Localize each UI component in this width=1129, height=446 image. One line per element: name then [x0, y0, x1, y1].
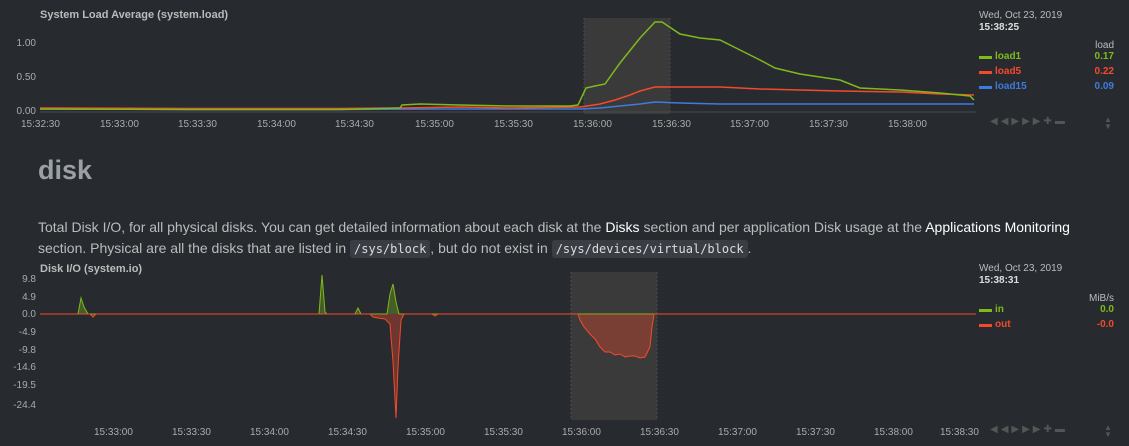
x-tick: 15:35:00 [406, 427, 445, 438]
legend-swatch [979, 71, 992, 74]
x-tick: 15:36:00 [573, 119, 612, 130]
chart-toolbar: ◀◀▶▶▶✚▬ [990, 424, 1068, 435]
legend-label: out [995, 319, 1011, 330]
io-plot[interactable] [40, 272, 980, 437]
legend-label: load1 [995, 51, 1022, 62]
pan-left-icon[interactable]: ◀◀ [990, 116, 1011, 127]
x-tick: 15:35:30 [494, 119, 533, 130]
x-tick: 15:37:30 [809, 119, 848, 130]
y-tick: 0.00 [16, 106, 36, 117]
legend-date: Wed, Oct 23, 2019 [979, 10, 1063, 21]
desc-text: , but do not exist in [430, 240, 552, 256]
disks-link[interactable]: Disks [605, 219, 639, 235]
code-sys-block: /sys/block [350, 240, 431, 258]
legend-swatch [979, 86, 992, 89]
x-tick: 15:34:00 [250, 427, 289, 438]
y-tick: 9.8 [22, 274, 36, 285]
x-tick: 15:38:00 [874, 427, 913, 438]
io-chart: Disk I/O (system.io) 9.8 4.9 0.0 -4.9 -9… [0, 258, 1129, 446]
section-title: disk [38, 155, 93, 185]
resize-handle-icon[interactable]: ▲ ▼ [1104, 424, 1112, 439]
load-chart: System Load Average (system.load) 1.00 0… [0, 0, 1129, 140]
legend-value: 0.0 [1100, 304, 1114, 315]
desc-text: Total Disk I/O, for all physical disks. … [38, 219, 606, 235]
x-tick: 15:34:00 [257, 119, 296, 130]
highlight-band [584, 18, 670, 114]
pan-right-icon[interactable]: ▶▶ [1022, 424, 1043, 435]
legend-swatch [979, 324, 992, 327]
desc-text: section. Physical are all the disks that… [38, 240, 351, 256]
pan-left-icon[interactable]: ◀◀ [990, 424, 1011, 435]
chart-legend: Wed, Oct 23, 2019 15:38:31 MiB/s in 0.0 … [979, 263, 1114, 334]
x-tick: 15:38:30 [940, 427, 979, 438]
x-tick: 15:37:00 [730, 119, 769, 130]
x-tick: 15:33:00 [94, 427, 133, 438]
x-tick: 15:33:30 [178, 119, 217, 130]
x-tick: 15:32:30 [21, 119, 60, 130]
legend-item-load15[interactable]: load15 0.09 [979, 81, 1114, 96]
y-tick: -9.8 [18, 345, 36, 356]
zoom-in-icon[interactable]: ✚ [1043, 116, 1054, 127]
legend-item-load1[interactable]: load1 0.17 [979, 51, 1114, 66]
x-tick: 15:35:00 [415, 119, 454, 130]
legend-label: in [995, 304, 1004, 315]
legend-label: load5 [995, 66, 1022, 77]
legend-value: -0.0 [1096, 319, 1114, 330]
pan-right-icon[interactable]: ▶▶ [1022, 116, 1043, 127]
desc-text: section and per application Disk usage a… [639, 219, 926, 235]
play-icon[interactable]: ▶ [1011, 116, 1022, 127]
y-tick: 0.50 [16, 72, 36, 83]
series-in [40, 274, 976, 315]
series-load1 [40, 21, 975, 111]
zoom-out-icon[interactable]: ▬ [1055, 424, 1068, 435]
series-out-area [40, 314, 976, 418]
zoom-in-icon[interactable]: ✚ [1043, 424, 1054, 435]
legend-value: 0.17 [1094, 51, 1114, 62]
y-tick: -24.4 [13, 400, 36, 411]
x-tick: 15:36:30 [640, 427, 679, 438]
desc-text: . [747, 240, 752, 256]
load-plot[interactable] [40, 18, 980, 118]
x-tick: 15:34:30 [328, 427, 367, 438]
x-tick: 15:34:30 [335, 119, 374, 130]
legend-item-in[interactable]: in 0.0 [979, 304, 1114, 319]
applications-monitoring-link[interactable]: Applications Monitoring [925, 219, 1070, 235]
legend-item-out[interactable]: out -0.0 [979, 319, 1114, 334]
y-tick: -4.9 [18, 327, 36, 338]
x-tick: 15:37:00 [718, 427, 757, 438]
legend-value: 0.22 [1094, 66, 1114, 77]
legend-units: load [1095, 40, 1114, 51]
resize-handle-icon[interactable]: ▲ ▼ [1104, 116, 1112, 131]
x-tick: 15:37:30 [796, 427, 835, 438]
y-tick: -19.5 [13, 380, 36, 391]
legend-swatch [979, 309, 992, 312]
x-tick: 15:36:30 [652, 119, 691, 130]
legend-label: load15 [995, 81, 1027, 92]
zoom-out-icon[interactable]: ▬ [1055, 116, 1068, 127]
x-tick: 15:36:00 [562, 427, 601, 438]
x-tick: 15:33:30 [172, 427, 211, 438]
y-tick: 0.0 [22, 309, 36, 320]
x-tick: 15:38:00 [888, 119, 927, 130]
y-tick: -14.6 [13, 362, 36, 373]
legend-item-load5[interactable]: load5 0.22 [979, 66, 1114, 81]
series-in-area [40, 275, 976, 314]
legend-units: MiB/s [1089, 293, 1114, 304]
legend-time: 15:38:31 [979, 275, 1020, 286]
series-out [40, 313, 976, 419]
code-sys-devices-virtual-block: /sys/devices/virtual/block [551, 240, 748, 258]
x-tick: 15:35:30 [484, 427, 523, 438]
section-description: Total Disk I/O, for all physical disks. … [38, 217, 1098, 260]
y-tick: 4.9 [22, 292, 36, 303]
play-icon[interactable]: ▶ [1011, 424, 1022, 435]
y-tick: 1.00 [16, 38, 36, 49]
chart-toolbar: ◀◀▶▶▶✚▬ [990, 116, 1068, 127]
legend-swatch [979, 56, 992, 59]
legend-date: Wed, Oct 23, 2019 [979, 263, 1063, 274]
legend-value: 0.09 [1094, 81, 1114, 92]
x-tick: 15:33:00 [100, 119, 139, 130]
legend-time: 15:38:25 [979, 22, 1020, 33]
chart-legend: Wed, Oct 23, 2019 15:38:25 load load1 0.… [979, 10, 1114, 96]
